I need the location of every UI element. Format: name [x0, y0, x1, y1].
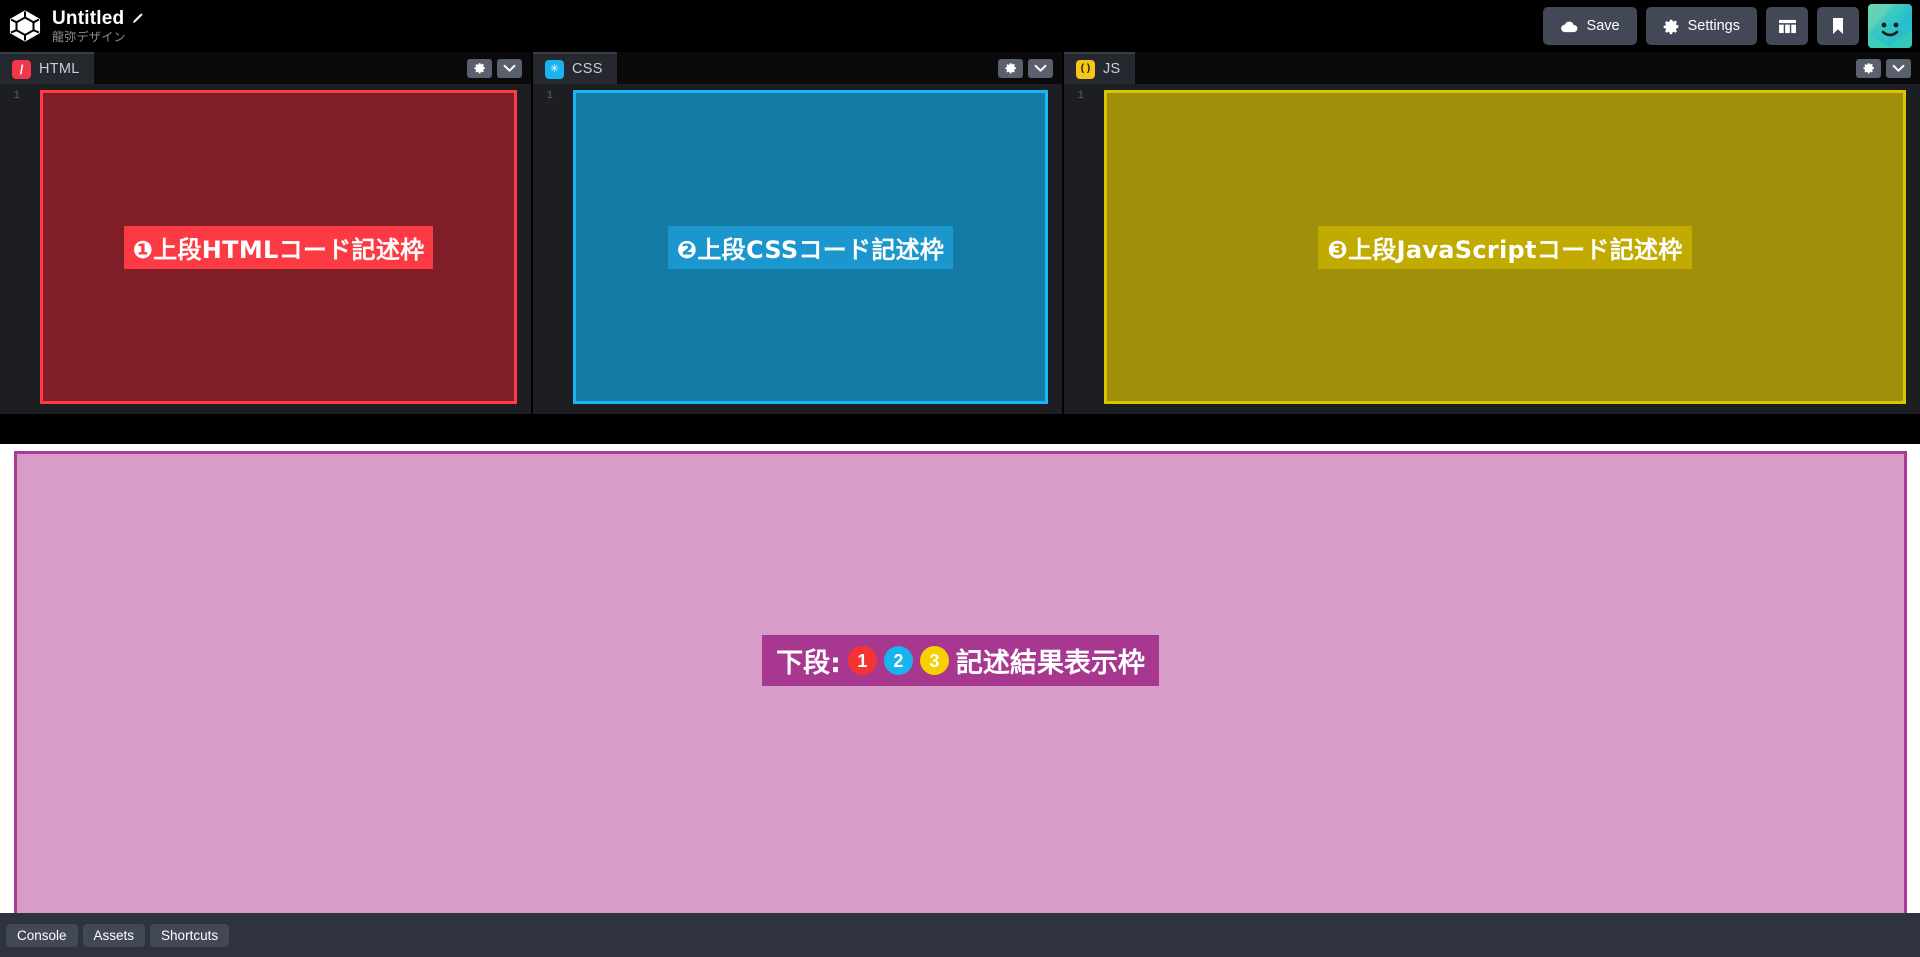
- shortcuts-button[interactable]: Shortcuts: [150, 923, 230, 947]
- code-area-js[interactable]: 1 ❸上段JavaScriptコード記述枠: [1064, 84, 1920, 414]
- pane-header-js: ( ) JS: [1064, 52, 1920, 84]
- pane-tools-html: [467, 52, 531, 84]
- code-body-html[interactable]: ❶上段HTMLコード記述枠: [26, 84, 531, 414]
- pane-tools-css: [998, 52, 1062, 84]
- layout-grid-icon: [1778, 19, 1797, 34]
- avatar[interactable]: [1868, 4, 1912, 48]
- html-collapse-button[interactable]: [497, 58, 522, 78]
- editor-pane-css: ✳ CSS 1 ❷上段CSSコード記述枠: [533, 52, 1064, 414]
- js-annotation-label: ❸上段JavaScriptコード記述枠: [1318, 225, 1692, 269]
- cube-logo-icon[interactable]: [8, 9, 42, 43]
- editor-pane-html: / HTML 1 ❶上段HTMLコード記述枠: [0, 52, 533, 414]
- change-view-button[interactable]: [1766, 7, 1808, 45]
- html-language-icon: /: [12, 59, 31, 79]
- pane-header-html: / HTML: [0, 52, 531, 84]
- gear-icon: [1862, 62, 1875, 74]
- editor-pane-js: ( ) JS 1 ❸上段JavaScriptコード記述枠: [1064, 52, 1920, 414]
- tab-html-label: HTML: [39, 61, 80, 77]
- js-settings-button[interactable]: [1856, 58, 1881, 78]
- assets-button[interactable]: Assets: [82, 923, 146, 947]
- preview-content-box: 下段: 1 2 3 記述結果表示枠: [14, 451, 1907, 921]
- html-settings-button[interactable]: [467, 58, 492, 78]
- brand-area: Untitled 龍弥デザイン: [0, 7, 144, 44]
- gutter-html: 1: [0, 84, 26, 414]
- tab-css-label: CSS: [572, 61, 603, 77]
- pane-header-css: ✳ CSS: [533, 52, 1062, 84]
- preview-badge-3: 3: [919, 646, 949, 675]
- gutter-js: 1: [1064, 84, 1090, 414]
- css-annotation-box: ❷上段CSSコード記述枠: [573, 90, 1048, 404]
- preview-label-prefix: 下段:: [776, 648, 841, 679]
- gutter-css: 1: [533, 84, 559, 414]
- tab-html[interactable]: / HTML: [0, 52, 94, 84]
- bookmark-button[interactable]: [1817, 7, 1859, 45]
- js-annotation-box: ❸上段JavaScriptコード記述枠: [1104, 90, 1906, 404]
- gear-icon: [1004, 62, 1017, 74]
- preview-frame[interactable]: 下段: 1 2 3 記述結果表示枠: [0, 444, 1920, 927]
- cloud-icon: [1560, 20, 1579, 33]
- bookmark-icon: [1831, 17, 1845, 35]
- save-button[interactable]: Save: [1542, 7, 1637, 45]
- gear-icon: [473, 62, 486, 74]
- js-language-icon: ( ): [1076, 59, 1095, 79]
- settings-button[interactable]: Settings: [1645, 7, 1757, 45]
- code-area-css[interactable]: 1 ❷上段CSSコード記述枠: [533, 84, 1062, 414]
- code-body-css[interactable]: ❷上段CSSコード記述枠: [559, 84, 1062, 414]
- tab-js[interactable]: ( ) JS: [1064, 52, 1135, 84]
- preview-badge-2: 2: [883, 646, 913, 675]
- pencil-icon[interactable]: [131, 12, 144, 25]
- preview-label-suffix: 記述結果表示枠: [955, 648, 1145, 679]
- css-settings-button[interactable]: [998, 58, 1023, 78]
- css-language-icon: ✳: [545, 59, 564, 79]
- tab-css[interactable]: ✳ CSS: [533, 52, 617, 84]
- preview-region: 下段: 1 2 3 記述結果表示枠: [0, 414, 1920, 957]
- top-bar: Untitled 龍弥デザイン Save Settings: [0, 0, 1920, 52]
- save-button-label: Save: [1586, 18, 1620, 34]
- toolbar-actions: Save Settings: [1542, 4, 1920, 48]
- css-collapse-button[interactable]: [1028, 58, 1053, 78]
- status-bar: Console Assets Shortcuts: [0, 913, 1920, 957]
- html-annotation-label: ❶上段HTMLコード記述枠: [123, 225, 434, 269]
- chevron-down-icon: [1034, 64, 1047, 73]
- chevron-down-icon: [1892, 64, 1905, 73]
- gear-icon: [1663, 18, 1680, 35]
- html-annotation-box: ❶上段HTMLコード記述枠: [40, 90, 517, 404]
- pane-tools-js: [1856, 52, 1920, 84]
- preview-annotation-label: 下段: 1 2 3 記述結果表示枠: [762, 635, 1159, 686]
- css-annotation-label: ❷上段CSSコード記述枠: [667, 225, 954, 269]
- js-collapse-button[interactable]: [1886, 58, 1911, 78]
- editors-row: / HTML 1 ❶上段HTMLコード記述枠 ✳ CSS 1 ❷上段CSSコード…: [0, 52, 1920, 414]
- console-button[interactable]: Console: [6, 923, 78, 947]
- brand-subtitle: 龍弥デザイン: [52, 29, 126, 44]
- settings-button-label: Settings: [1687, 18, 1740, 34]
- tab-js-label: JS: [1103, 61, 1121, 77]
- preview-badge-1: 1: [847, 646, 877, 675]
- code-body-js[interactable]: ❸上段JavaScriptコード記述枠: [1090, 84, 1920, 414]
- code-area-html[interactable]: 1 ❶上段HTMLコード記述枠: [0, 84, 531, 414]
- page-title: Untitled: [52, 7, 125, 29]
- chevron-down-icon: [503, 64, 516, 73]
